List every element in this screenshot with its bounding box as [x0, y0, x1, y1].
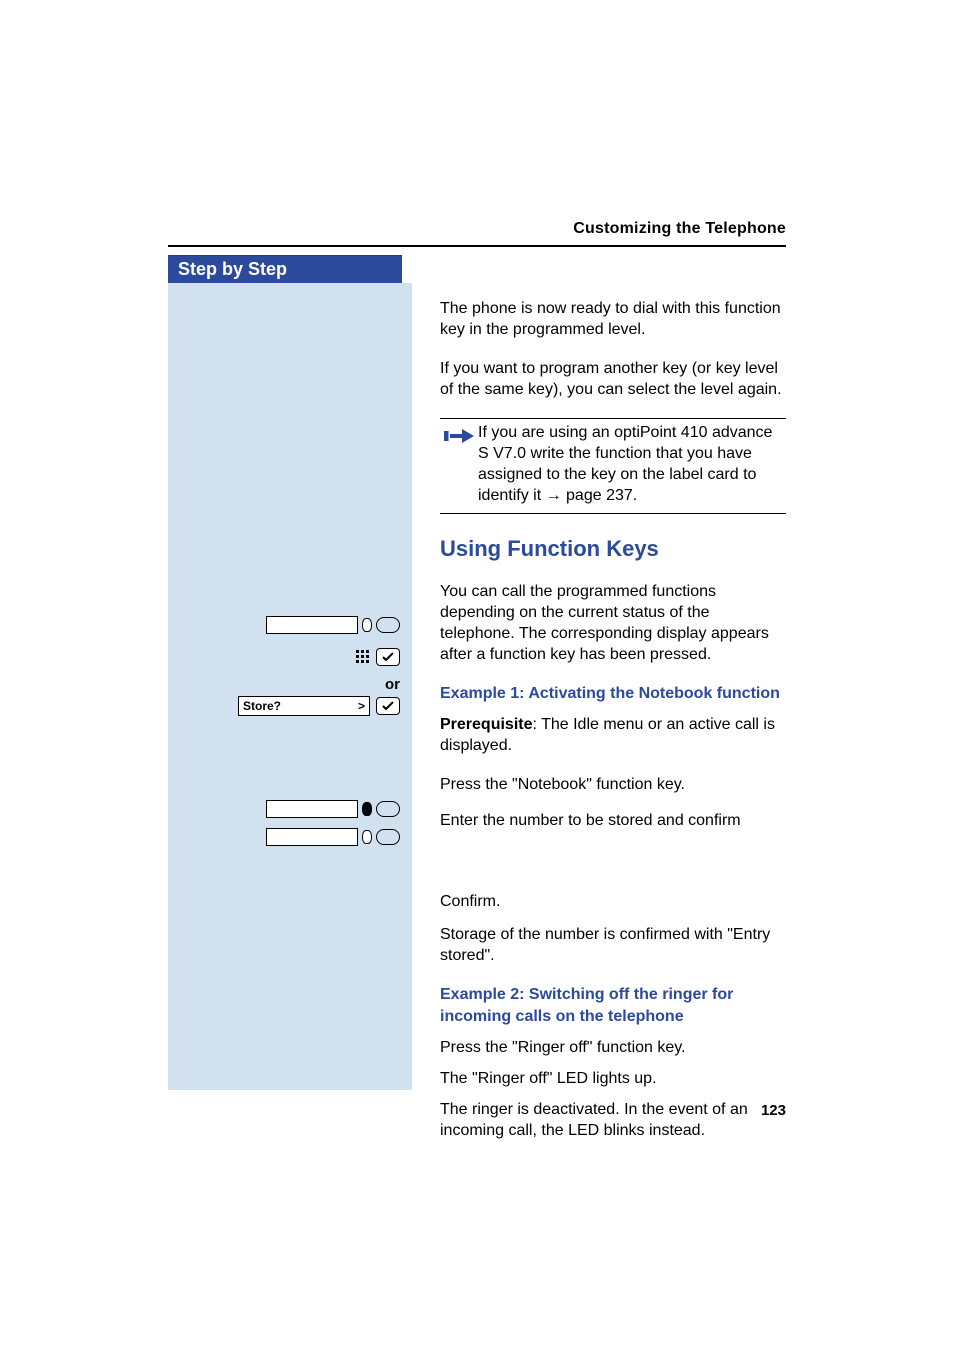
step-text: Press the "Notebook" function key. — [440, 774, 786, 795]
key-cap-icon — [376, 801, 400, 817]
function-key-icon — [266, 616, 400, 634]
display-text: Store? — [243, 699, 281, 713]
main-content: The phone is now ready to dial with this… — [440, 298, 786, 1160]
function-key-illustration — [168, 800, 412, 818]
page-number: 123 — [761, 1102, 786, 1119]
example-heading: Example 2: Switching off the ringer for … — [440, 984, 786, 1027]
key-cap-icon — [376, 829, 400, 845]
section-heading: Using Function Keys — [440, 534, 786, 563]
checkmark-key-icon — [376, 648, 400, 666]
step-text: The ringer is deactivated. In the event … — [440, 1099, 786, 1141]
keypad-confirm-illustration — [168, 648, 412, 666]
function-key-illustration — [168, 616, 412, 634]
phone-display-icon: Store? > — [238, 696, 370, 716]
step-by-step-bar: Step by Step — [168, 255, 402, 283]
or-label: or — [168, 676, 412, 693]
key-label-field — [266, 800, 358, 818]
checkmark-key-icon — [376, 697, 400, 715]
paragraph: If you want to program another key (or k… — [440, 358, 786, 400]
note-text: If you are using an optiPoint 410 advanc… — [478, 423, 786, 506]
display-confirm-illustration: Store? > — [168, 696, 412, 716]
step-text: Confirm. — [440, 891, 786, 912]
prerequisite: Prerequisite: The Idle menu or an active… — [440, 714, 786, 756]
keypad-icon — [356, 650, 370, 664]
chevron-right-icon: > — [358, 699, 365, 713]
note-arrow-icon — [440, 423, 478, 506]
key-cap-icon — [376, 617, 400, 633]
paragraph: The phone is now ready to dial with this… — [440, 298, 786, 340]
function-key-icon — [266, 828, 400, 846]
step-text: Storage of the number is confirmed with … — [440, 924, 786, 966]
key-label-field — [266, 616, 358, 634]
paragraph: You can call the programmed functions de… — [440, 581, 786, 665]
function-key-illustration — [168, 828, 412, 846]
step-text: The "Ringer off" LED lights up. — [440, 1068, 786, 1089]
led-off-icon — [362, 618, 372, 632]
led-off-icon — [362, 830, 372, 844]
function-key-icon — [266, 800, 400, 818]
key-label-field — [266, 828, 358, 846]
example-heading: Example 1: Activating the Notebook funct… — [440, 683, 786, 704]
prerequisite-label: Prerequisite — [440, 716, 532, 733]
step-text: Enter the number to be stored and confir… — [440, 810, 786, 831]
step-text: Press the "Ringer off" function key. — [440, 1037, 786, 1058]
note-block: If you are using an optiPoint 410 advanc… — [440, 418, 786, 513]
running-head: Customizing the Telephone — [573, 220, 786, 238]
led-on-icon — [362, 802, 372, 816]
header-rule — [168, 245, 786, 247]
page: Customizing the Telephone Step by Step T… — [0, 0, 954, 1351]
